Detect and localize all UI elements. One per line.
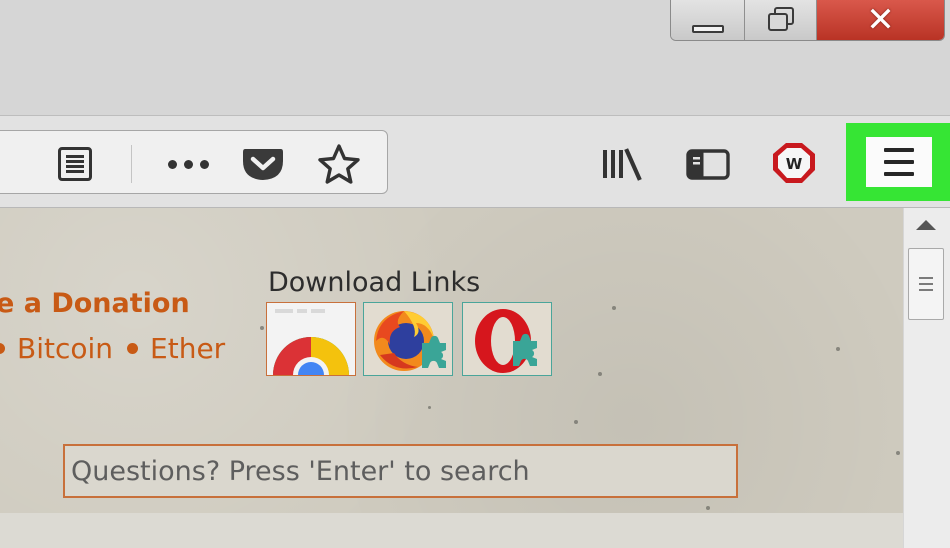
hamburger-menu-icon bbox=[884, 148, 914, 152]
page-content: e a Donation Bitcoin Ether Download Link… bbox=[0, 208, 903, 548]
vertical-scrollbar[interactable] bbox=[903, 208, 950, 548]
scroll-thumb[interactable] bbox=[908, 248, 944, 320]
pocket-button[interactable] bbox=[239, 143, 287, 185]
donation-link[interactable]: e a Donation bbox=[0, 288, 190, 319]
restore-button[interactable] bbox=[745, 0, 817, 40]
firefox-download-link[interactable] bbox=[363, 302, 453, 376]
reader-view-button[interactable] bbox=[53, 145, 97, 183]
title-bar: ✕ bbox=[0, 0, 950, 115]
pocket-icon bbox=[243, 149, 283, 180]
bullet-icon bbox=[127, 343, 139, 354]
close-button[interactable]: ✕ bbox=[816, 0, 944, 40]
search-box[interactable] bbox=[63, 444, 738, 498]
library-button[interactable] bbox=[598, 142, 646, 186]
ether-link[interactable]: Ether bbox=[150, 332, 225, 365]
bookmark-star-icon bbox=[318, 144, 360, 184]
minimize-button[interactable] bbox=[671, 0, 746, 40]
open-menu-button[interactable] bbox=[866, 137, 932, 187]
scroll-thumb-grip-icon bbox=[919, 277, 933, 279]
bullet-icon bbox=[0, 343, 5, 354]
chrome-download-link[interactable] bbox=[266, 302, 356, 393]
reader-view-icon bbox=[58, 147, 92, 181]
extension-w-icon: W bbox=[773, 143, 815, 183]
coin-links: Bitcoin Ether bbox=[0, 332, 225, 365]
bookmark-star-button[interactable] bbox=[315, 143, 363, 185]
search-input[interactable] bbox=[71, 455, 736, 487]
firefox-icon bbox=[374, 311, 446, 371]
nav-toolbar: W bbox=[0, 115, 950, 208]
bitcoin-link[interactable]: Bitcoin bbox=[17, 332, 113, 365]
sidebar-icon bbox=[686, 149, 730, 180]
url-bar[interactable] bbox=[0, 130, 388, 194]
restore-icon bbox=[766, 7, 796, 33]
page-actions-button[interactable] bbox=[163, 145, 213, 183]
opera-icon bbox=[475, 309, 537, 373]
sidebar-button[interactable] bbox=[684, 142, 732, 186]
chrome-icon bbox=[273, 309, 349, 393]
opera-download-link[interactable] bbox=[462, 302, 552, 376]
window-controls: ✕ bbox=[670, 0, 945, 41]
download-links-heading: Download Links bbox=[268, 267, 481, 298]
scroll-up-arrow-icon[interactable] bbox=[916, 220, 936, 230]
library-icon bbox=[603, 148, 642, 181]
minimize-icon bbox=[691, 25, 724, 33]
page-footer-area bbox=[0, 513, 903, 548]
url-bar-separator bbox=[131, 145, 132, 183]
extension-button[interactable]: W bbox=[770, 140, 818, 186]
close-icon: ✕ bbox=[866, 0, 895, 40]
svg-text:W: W bbox=[786, 155, 803, 173]
more-dots-icon bbox=[167, 159, 209, 169]
